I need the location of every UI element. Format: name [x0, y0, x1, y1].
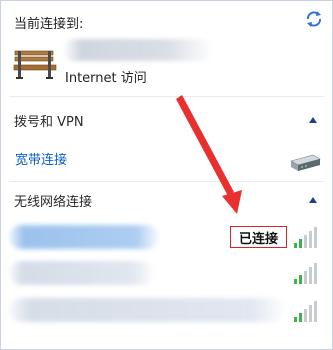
connected-status-label: 已连接	[230, 226, 287, 248]
internet-access-text: Internet 访问	[65, 71, 147, 86]
chevron-up-icon[interactable]	[308, 196, 318, 204]
wifi-signal-icon	[294, 263, 317, 284]
network-name-redacted	[9, 261, 154, 285]
wifi-signal-icon	[294, 301, 317, 322]
section-divider	[9, 181, 324, 182]
network-name-redacted	[9, 225, 159, 249]
broadband-connection-link[interactable]: 宽带连接	[15, 149, 67, 168]
section-divider	[9, 96, 324, 97]
refresh-network-icon[interactable]	[304, 10, 324, 28]
wifi-network-row[interactable]	[7, 296, 326, 326]
modem-icon[interactable]	[288, 149, 322, 173]
dialup-vpn-header[interactable]: 拨号和 VPN	[14, 111, 84, 130]
current-connection-label: 当前连接到:	[14, 17, 84, 32]
wifi-signal-icon	[294, 227, 317, 248]
wifi-network-row[interactable]	[7, 259, 326, 289]
bench-network-icon	[13, 50, 57, 79]
network-name-redacted	[9, 298, 284, 322]
chevron-up-icon[interactable]	[308, 116, 318, 124]
wireless-header[interactable]: 无线网络连接	[14, 191, 92, 210]
network-flyout-panel: 当前连接到: Internet 访问 拨号和 VPN 宽带连接 无线网络连接 已…	[0, 0, 333, 350]
connected-network-name-redacted	[63, 39, 213, 61]
